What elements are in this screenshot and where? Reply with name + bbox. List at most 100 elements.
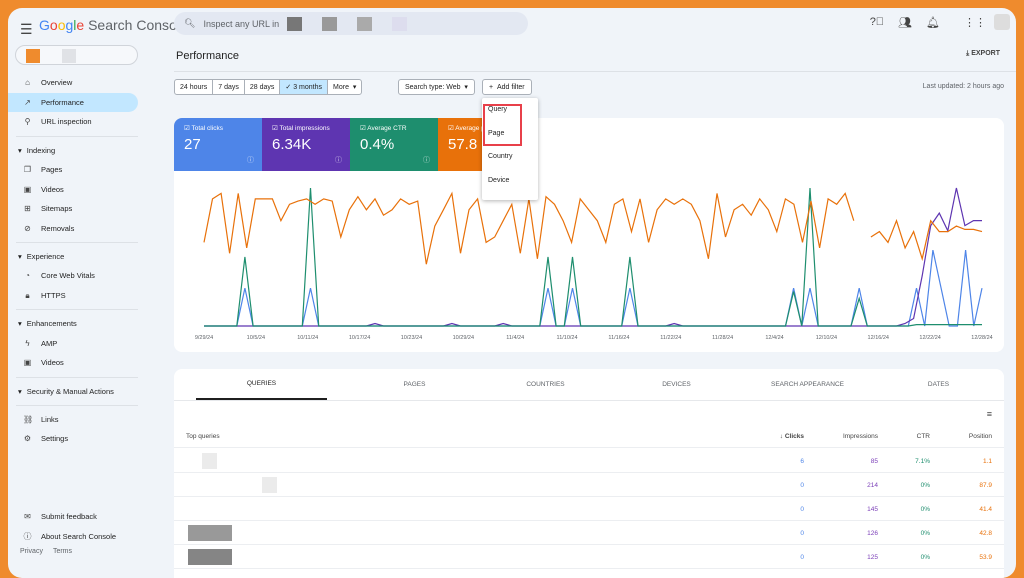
sidebar-item-removals[interactable]: ⊘ Removals [8, 219, 168, 239]
tab-pages[interactable]: PAGES [349, 369, 480, 400]
menu-item-country[interactable]: Country [482, 145, 538, 169]
logo[interactable]: Google Search Console [39, 17, 188, 33]
sidebar-item-links[interactable]: ⛓ Links [8, 410, 168, 430]
table-cell: 85 [870, 458, 878, 465]
sidebar-item-settings[interactable]: ⚙ Settings [8, 429, 168, 449]
sidebar-item-about-search-console[interactable]: ⓘ About Search Console [8, 526, 168, 546]
performance-chart: 9/29/24 10/5/24 10/11/24 10/17/24 10/23/24 10… [195, 187, 993, 341]
menu-item-device[interactable]: Device [482, 169, 538, 193]
tab-queries[interactable]: QUERIES [196, 369, 327, 400]
menu-icon[interactable]: ☰ [20, 21, 33, 38]
table-cell: 0 [800, 506, 804, 513]
links-icon: ⛓ [23, 414, 34, 424]
sidebar-item-sitemaps[interactable]: ⊞ Sitemaps [8, 199, 168, 219]
series-line-average-ctr [204, 187, 982, 327]
table-cell: 0% [920, 482, 930, 489]
search-type-dropdown[interactable]: Search type: Web ▾ [398, 79, 475, 95]
sidebar-item-amp[interactable]: ϟ AMP [8, 333, 168, 353]
privacy-link[interactable]: Privacy [20, 548, 43, 555]
filter-rows-icon[interactable]: ≡ [987, 409, 992, 419]
table-cell: 42.8 [979, 530, 992, 537]
sidebar-item-pages[interactable]: ❐ Pages [8, 160, 168, 180]
range-more[interactable]: More ▾ [328, 80, 361, 94]
lock-icon: 🔒︎ [25, 290, 30, 300]
x-tick-label: 12/10/24 [816, 335, 837, 341]
gear-icon: ⚙ [23, 434, 32, 444]
sidebar-item-performance[interactable]: ↗ Performance [8, 92, 138, 113]
sidebar-item-videos[interactable]: ▣ Videos [8, 179, 168, 199]
tab-devices[interactable]: DEVICES [611, 369, 742, 400]
table-row[interactable]: 0 125 0% 53.9 [174, 545, 1004, 569]
redacted-query [202, 453, 217, 469]
terms-link[interactable]: Terms [53, 548, 72, 555]
gauge-icon: ◔ [25, 271, 30, 281]
add-filter-button[interactable]: + Add filter [482, 79, 532, 95]
sidebar-item-label: Links [41, 414, 59, 424]
home-icon: ⌂ [25, 78, 30, 88]
column-header[interactable]: Position [969, 433, 992, 440]
sidebar-item-submit-feedback[interactable]: ✉ Submit feedback [8, 507, 168, 527]
pages-icon: ❐ [23, 165, 32, 175]
url-inspect-search[interactable]: 🔍︎ Inspect any URL in [174, 12, 528, 35]
sidebar-item-https[interactable]: 🔒︎ HTTPS [8, 286, 168, 306]
range-7d[interactable]: 7 days [213, 80, 245, 94]
tab-dates[interactable]: DATES [873, 369, 1004, 400]
range-28d[interactable]: 28 days [245, 80, 281, 94]
divider [16, 404, 138, 406]
help-icon[interactable]: ?⃝ [870, 16, 884, 29]
table-row[interactable]: 0 145 0% 41.4 [174, 497, 1004, 521]
search-icon: 🔍︎ [184, 18, 196, 28]
apps-icon[interactable]: ⋮⋮ [964, 16, 986, 29]
column-header-clicks[interactable]: ↓ Clicks [780, 433, 804, 440]
caret-icon: ▾ [18, 145, 22, 155]
sidebar-item-url-inspection[interactable]: ⚲ URL inspection [8, 112, 168, 132]
x-tick-label: 12/22/24 [919, 335, 940, 341]
sidebar-section[interactable]: ▾ Indexing [8, 141, 168, 160]
sidebar-item-overview[interactable]: ⌂ Overview [8, 73, 168, 93]
column-label: Clicks [784, 433, 804, 440]
bell-icon[interactable]: 🔔︎ [926, 16, 940, 29]
users-icon[interactable]: 👥︎ [898, 16, 912, 29]
export-button[interactable]: ⤓ EXPORT [966, 50, 1000, 58]
tab-search-appearance[interactable]: SEARCH APPEARANCE [742, 369, 873, 400]
sidebar-item-core-web-vitals[interactable]: ◔ Core Web Vitals [8, 266, 168, 286]
divider [16, 135, 138, 137]
tab-countries[interactable]: COUNTRIES [480, 369, 611, 400]
table-row[interactable]: 0 214 0% 87.9 [174, 473, 1004, 497]
removal-icon: ⊘ [24, 223, 31, 233]
search-icon: ⚲ [24, 117, 31, 127]
sidebar-section[interactable]: ▾ Enhancements [8, 314, 168, 333]
column-header[interactable]: CTR [917, 433, 930, 440]
sidebar-item-label: Removals [41, 223, 75, 233]
info-icon: ⓘ [23, 531, 32, 541]
x-tick-label: 11/4/24 [506, 335, 524, 341]
property-selector[interactable] [15, 45, 138, 65]
highlight-box [483, 104, 522, 146]
search-type-label: Search type: Web [405, 83, 461, 91]
table-cell: 0 [800, 482, 804, 489]
range-3m[interactable]: ✓ 3 months [280, 80, 329, 94]
caret-icon: ▾ [18, 319, 22, 329]
sidebar-section[interactable]: ▾ Security & Manual Actions [8, 382, 168, 401]
sidebar-section[interactable]: ▾ Experience [8, 247, 168, 266]
table-cell: 0% [920, 506, 930, 513]
table-cell: 0 [800, 554, 804, 561]
sidebar-item-videos[interactable]: ▣ Videos [8, 353, 168, 373]
x-tick-label: 9/29/24 [195, 335, 213, 341]
redacted-query [174, 501, 189, 517]
redacted-query [188, 525, 232, 541]
table-cell: 145 [867, 506, 878, 513]
column-header[interactable]: Impressions [843, 433, 878, 440]
caret-icon: ▾ [18, 252, 22, 262]
sidebar-item-label: AMP [41, 338, 58, 348]
last-updated: Last updated: 2 hours ago [922, 83, 1004, 90]
table-cell: 126 [867, 530, 878, 537]
avatar[interactable] [994, 14, 1010, 30]
sitemap-icon: ⊞ [24, 204, 31, 214]
table-row[interactable]: 0 126 0% 42.8 [174, 521, 1004, 545]
range-24h[interactable]: 24 hours [175, 80, 214, 94]
sidebar-item-label: Pages [41, 165, 63, 175]
table-row[interactable]: 6 85 7.1% 1.1 [174, 449, 1004, 473]
product-name: Search Console [88, 17, 188, 33]
